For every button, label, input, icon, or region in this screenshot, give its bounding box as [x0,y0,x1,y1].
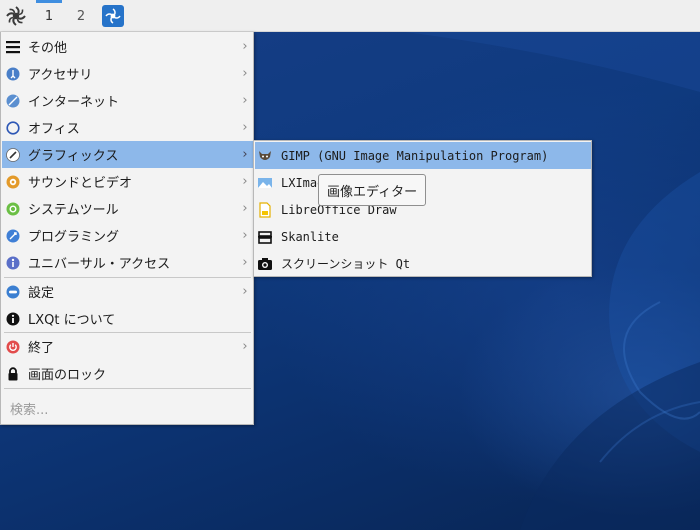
submenu-item-label: スクリーンショット Qt [281,257,411,271]
scanner-icon [257,229,273,245]
submenu-item-screenshot-qt[interactable]: スクリーンショット Qt [255,250,591,277]
submenu-item-gimp[interactable]: GIMP (GNU Image Manipulation Program) [255,142,591,169]
submenu-item-skanlite[interactable]: Skanlite [255,223,591,250]
start-menu-button[interactable] [0,0,32,32]
menu-item-programming[interactable]: プログラミング › [2,222,253,249]
chevron-right-icon: › [242,39,248,54]
submenu-item-label: GIMP (GNU Image Manipulation Program) [281,148,549,163]
accessories-icon [6,67,20,81]
menu-item-internet[interactable]: インターネット › [2,87,253,114]
menu-item-label: インターネット [28,95,120,110]
menu-item-about-lxqt[interactable]: LXQt について [2,305,253,332]
gimp-icon [257,148,273,164]
chevron-right-icon: › [242,201,248,216]
workspace-2-button[interactable]: 2 [65,0,97,32]
libreoffice-draw-icon [257,201,273,218]
system-tools-icon [6,202,20,216]
graphics-icon [6,147,20,162]
chevron-right-icon: › [242,174,248,189]
power-icon [6,340,20,354]
workspace-2-label: 2 [76,8,86,24]
tooltip-text: 画像エディター [327,184,418,200]
menu-item-lock-screen[interactable]: 画面のロック [2,360,253,387]
workspace-1-button[interactable]: 1 [33,0,65,32]
development-icon [6,229,20,243]
menu-item-graphics[interactable]: グラフィックス › [2,141,253,168]
chevron-right-icon: › [242,120,248,135]
taskbar-app-button[interactable] [100,0,126,32]
menu-item-label: サウンドとビデオ [28,176,133,191]
chevron-right-icon: › [242,255,248,270]
menu-item-label: ユニバーサル・アクセス [28,257,171,272]
info-icon [6,312,20,326]
lxqt-logo-icon [6,6,26,26]
menu-item-label: アクセサリ [28,68,93,83]
menu-item-settings[interactable]: 設定 › [2,278,253,305]
image-viewer-icon [257,175,273,191]
chevron-right-icon: › [242,284,248,299]
menu-item-label: オフィス [28,122,80,137]
search-placeholder: 検索... [10,402,49,418]
menu-item-quit[interactable]: 終了 › [2,333,253,360]
submenu-item-label: Skanlite [281,229,339,244]
menu-item-label: 画面のロック [28,368,107,383]
lock-icon [6,366,20,381]
office-icon [6,120,20,135]
menu-item-universal-access[interactable]: ユニバーサル・アクセス › [2,249,253,276]
menu-item-system-tools[interactable]: システムツール › [2,195,253,222]
menu-item-label: グラフィックス [28,149,119,164]
multimedia-icon [6,175,20,189]
menu-item-label: プログラミング [28,230,120,245]
workspace-1-label: 1 [44,8,54,24]
menu-search-field[interactable]: 検索... [2,395,253,421]
menu-item-sound-video[interactable]: サウンドとビデオ › [2,168,253,195]
tooltip: 画像エディター [318,174,427,206]
menu-item-label: その他 [28,41,68,56]
menu-item-label: LXQt について [28,313,116,328]
menu-item-accessories[interactable]: アクセサリ › [2,60,253,87]
application-menu: その他 › アクセサリ › インターネット › オフィス › グラフィックス › [0,32,254,425]
menu-item-other[interactable]: その他 › [2,33,253,60]
menu-separator [4,388,251,389]
chevron-right-icon: › [242,66,248,81]
screenshot-app-icon [102,5,124,27]
menu-item-office[interactable]: オフィス › [2,114,253,141]
menu-item-label: 設定 [28,286,55,301]
menu-lines-icon [6,40,20,54]
camera-icon [257,256,273,272]
chevron-right-icon: › [242,228,248,243]
accessibility-icon [6,256,20,270]
settings-icon [6,285,20,299]
chevron-right-icon: › [242,339,248,354]
menu-item-label: システムツール [28,203,119,218]
graphics-submenu: GIMP (GNU Image Manipulation Program) LX… [253,140,592,277]
chevron-right-icon: › [242,93,248,108]
menu-item-label: 終了 [28,341,55,356]
taskbar-panel: 1 2 [0,0,700,32]
chevron-right-icon: › [242,147,248,162]
internet-icon [6,94,20,108]
